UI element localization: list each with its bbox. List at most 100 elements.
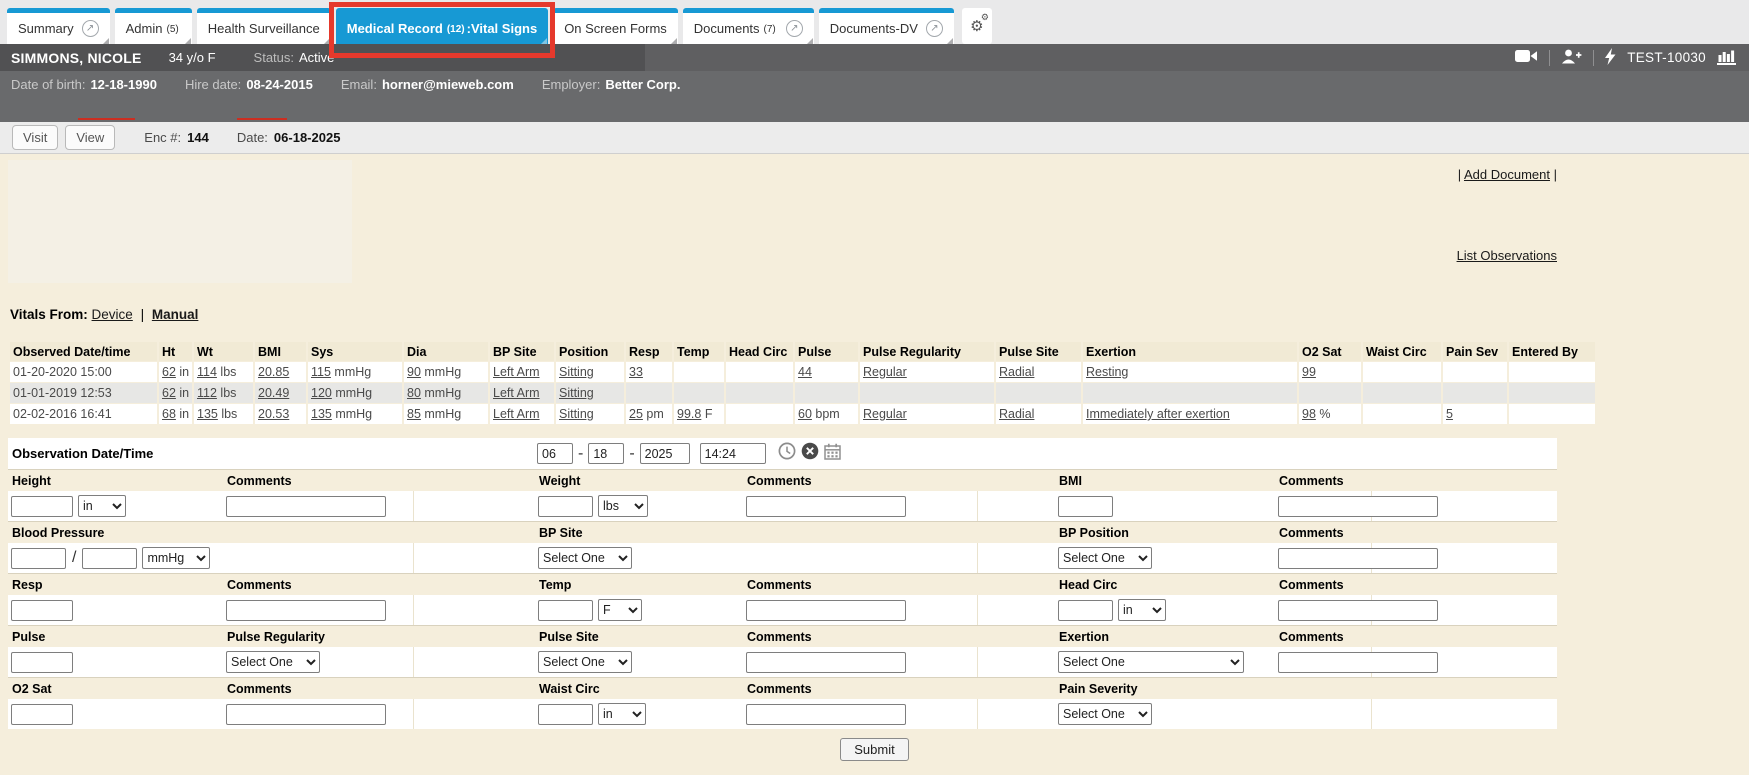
comments-input[interactable] (746, 600, 906, 621)
o2-sat-input[interactable] (11, 704, 73, 725)
vital-value-link[interactable]: Sitting (559, 365, 594, 379)
vital-value-link[interactable]: Resting (1086, 365, 1128, 379)
view-button[interactable]: View (65, 125, 115, 150)
comments-input[interactable] (226, 496, 386, 517)
comments-input[interactable] (1278, 496, 1438, 517)
resp-input[interactable] (11, 600, 73, 621)
vital-value-link[interactable]: Radial (999, 365, 1034, 379)
comments-input[interactable] (226, 600, 386, 621)
exertion-select[interactable]: Select One (1058, 651, 1244, 673)
vital-value-link[interactable]: 115 (311, 365, 331, 379)
manual-link[interactable]: Manual (152, 307, 199, 322)
vital-value-link[interactable]: Left Arm (493, 386, 540, 400)
vital-value-link[interactable]: Left Arm (493, 407, 540, 421)
month-input[interactable] (537, 443, 573, 464)
vital-value-link[interactable]: 33 (629, 365, 643, 379)
clear-icon[interactable] (801, 442, 819, 465)
comments-input[interactable] (1278, 652, 1438, 673)
vital-value-link[interactable]: 85 (407, 407, 421, 421)
pulse-input[interactable] (11, 652, 73, 673)
vital-value-link[interactable]: 112 (197, 386, 217, 400)
popout-arrow-icon[interactable]: ↗ (82, 20, 99, 37)
vital-value-link[interactable]: 20.85 (258, 365, 289, 379)
vital-value-link[interactable]: Sitting (559, 386, 594, 400)
vital-value-link[interactable]: 25 (629, 407, 643, 421)
head-circ-select[interactable]: in (1118, 599, 1166, 621)
vital-value-link[interactable]: 99 (1302, 365, 1316, 379)
vital-value-link[interactable]: 62 (162, 365, 176, 379)
comments-input[interactable] (1278, 548, 1438, 569)
popout-arrow-icon[interactable]: ↗ (786, 20, 803, 37)
comments-input[interactable] (746, 704, 906, 725)
vital-value-link[interactable]: 68 (162, 407, 176, 421)
vital-value-link[interactable]: 120 (311, 386, 332, 400)
vital-value-link[interactable]: 80 (407, 386, 421, 400)
add-person-icon[interactable] (1561, 49, 1582, 67)
vital-value-link[interactable]: Regular (863, 407, 907, 421)
vital-value-link[interactable]: 5 (1446, 407, 1453, 421)
tab-documents-dv[interactable]: Documents-DV↗ (819, 8, 954, 44)
pain-severity-select[interactable]: Select One (1058, 703, 1152, 725)
blood-pressure-input[interactable] (11, 548, 66, 569)
comments-input[interactable] (746, 496, 906, 517)
vital-value-link[interactable]: 62 (162, 386, 176, 400)
comments-input[interactable] (1278, 600, 1438, 621)
time-input[interactable] (700, 443, 766, 464)
clock-icon[interactable] (778, 442, 796, 465)
weight-input[interactable] (538, 496, 593, 517)
vital-value-link[interactable]: 44 (798, 365, 812, 379)
vital-value-link[interactable]: Sitting (559, 407, 594, 421)
vital-value-link[interactable]: 99.8 (677, 407, 701, 421)
vital-value-link[interactable]: Regular (863, 365, 907, 379)
settings-button[interactable]: ⚙⚙ (962, 8, 992, 44)
tab-health-surveillance[interactable]: Health Surveillance (197, 8, 331, 44)
add-document-link[interactable]: Add Document (1464, 167, 1550, 182)
visit-button[interactable]: Visit (12, 125, 58, 150)
device-link[interactable]: Device (92, 307, 133, 322)
video-camera-icon[interactable] (1515, 49, 1538, 66)
pulse-regularity-select[interactable]: Select One (226, 651, 320, 673)
vital-value-link[interactable]: Radial (999, 407, 1034, 421)
pulse-site-select[interactable]: Select One (538, 651, 632, 673)
vital-value-link[interactable]: 135 (197, 407, 218, 421)
waist-circ-select[interactable]: in (598, 703, 646, 725)
tab-admin[interactable]: Admin(5) (115, 8, 192, 44)
tab-label: Documents (694, 21, 760, 36)
temp-input[interactable] (538, 600, 593, 621)
day-input[interactable] (588, 443, 624, 464)
bmi-input[interactable] (1058, 496, 1113, 517)
vital-value-link[interactable]: Left Arm (493, 365, 540, 379)
bp-site-select[interactable]: Select One (538, 547, 632, 569)
height-input[interactable] (11, 496, 73, 517)
tab-documents[interactable]: Documents(7)↗ (683, 8, 814, 44)
year-input[interactable] (640, 443, 690, 464)
height-select[interactable]: in (78, 495, 126, 517)
field-label-height: Height (8, 474, 223, 488)
tab-on-screen-forms[interactable]: On Screen Forms (553, 8, 678, 44)
blood-pressure-input[interactable] (82, 548, 137, 569)
submit-button[interactable]: Submit (840, 738, 908, 761)
vital-value-link[interactable]: 114 (197, 365, 217, 379)
vital-value-link[interactable]: 90 (407, 365, 421, 379)
vital-value-link[interactable]: 20.49 (258, 386, 289, 400)
waist-circ-input[interactable] (538, 704, 593, 725)
popout-arrow-icon[interactable]: ↗ (926, 20, 943, 37)
vital-value-link[interactable]: 135 (311, 407, 332, 421)
tab-summary[interactable]: Summary↗ (7, 8, 110, 44)
comments-input[interactable] (746, 652, 906, 673)
vital-value-link[interactable]: 20.53 (258, 407, 289, 421)
bar-chart-icon[interactable] (1717, 50, 1736, 65)
vital-value-link[interactable]: 60 (798, 407, 812, 421)
temp-select[interactable]: F (598, 599, 642, 621)
calendar-icon[interactable] (824, 443, 841, 465)
weight-select[interactable]: lbs (598, 495, 648, 517)
list-observations-link[interactable]: List Observations (1457, 248, 1557, 263)
vital-value-link[interactable]: 98 (1302, 407, 1316, 421)
bp-position-select[interactable]: Select One (1058, 547, 1152, 569)
lightning-icon[interactable] (1605, 48, 1616, 68)
vital-value-link[interactable]: Immediately after exertion (1086, 407, 1230, 421)
blood-pressure-select[interactable]: mmHg (142, 547, 210, 569)
head-circ-input[interactable] (1058, 600, 1113, 621)
tab-medical-record[interactable]: Medical Record(12):Vital Signs (336, 8, 548, 44)
comments-input[interactable] (226, 704, 386, 725)
